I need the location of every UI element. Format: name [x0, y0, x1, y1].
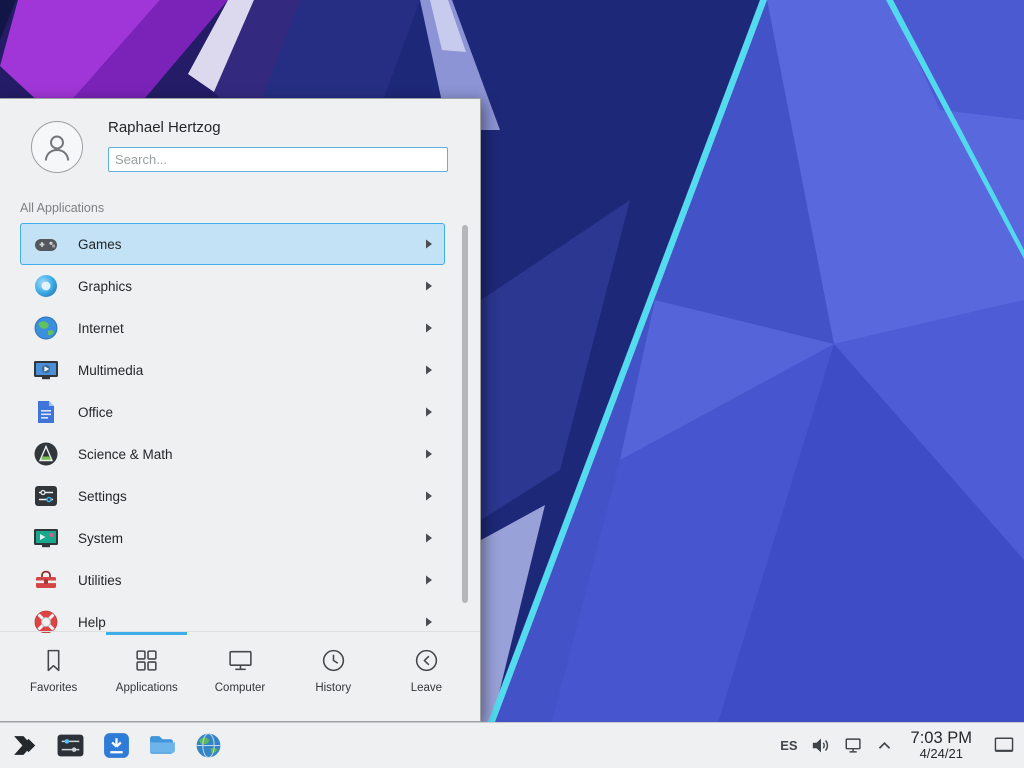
category-item-internet[interactable]: Internet — [20, 307, 445, 349]
app-launcher-button[interactable] — [9, 730, 40, 761]
submenu-arrow-icon — [423, 322, 434, 334]
category-label: Internet — [78, 321, 124, 336]
clock[interactable]: 7:03 PM 4/24/21 — [911, 729, 972, 762]
user-name: Raphael Hertzog — [108, 119, 221, 136]
category-label: Games — [78, 237, 122, 252]
submenu-arrow-icon — [423, 574, 434, 586]
category-item-multimedia[interactable]: Multimedia — [20, 349, 445, 391]
file-manager-button[interactable] — [147, 730, 178, 761]
office-icon — [32, 398, 60, 426]
tab-label: History — [315, 682, 351, 694]
category-item-help[interactable]: Help — [20, 601, 445, 633]
volume-icon — [811, 736, 831, 755]
keyboard-layout-indicator[interactable]: ES — [780, 738, 797, 753]
category-label: Science & Math — [78, 447, 173, 462]
category-label: Settings — [78, 489, 127, 504]
tab-label: Applications — [116, 682, 178, 694]
category-label: Help — [78, 615, 106, 630]
submenu-arrow-icon — [423, 238, 434, 250]
multimedia-icon — [32, 356, 60, 384]
expand-tray-button[interactable] — [877, 740, 892, 751]
category-label: Office — [78, 405, 113, 420]
launcher-footer: Favorites Applications Computer History — [0, 631, 480, 721]
scrollbar[interactable] — [461, 223, 469, 633]
system-tray: ES 7:03 PM 4/24/21 — [780, 729, 1024, 762]
submenu-arrow-icon — [423, 448, 434, 460]
category-label: Utilities — [78, 573, 122, 588]
computer-icon — [227, 647, 254, 674]
tab-label: Leave — [411, 682, 442, 694]
category-item-office[interactable]: Office — [20, 391, 445, 433]
history-icon — [320, 647, 347, 674]
category-item-science-math[interactable]: Science & Math — [20, 433, 445, 475]
show-desktop-button[interactable] — [991, 733, 1017, 757]
category-label: Multimedia — [78, 363, 143, 378]
internet-icon — [32, 314, 60, 342]
science-icon — [32, 440, 60, 468]
search-input[interactable] — [108, 147, 448, 172]
globe-icon — [194, 731, 223, 760]
tab-leave[interactable]: Leave — [380, 632, 473, 721]
mixer-icon — [56, 731, 85, 760]
clock-date: 4/24/21 — [911, 747, 972, 762]
category-label: System — [78, 531, 123, 546]
app-launcher-icon — [10, 731, 39, 760]
category-list: Games Graphics Internet — [20, 223, 445, 633]
submenu-arrow-icon — [423, 364, 434, 376]
help-icon — [32, 608, 60, 633]
scrollbar-thumb[interactable] — [462, 225, 468, 603]
taskbar-left-group — [0, 730, 224, 761]
discover-app-button[interactable] — [101, 730, 132, 761]
graphics-icon — [32, 272, 60, 300]
section-label-all-applications: All Applications — [20, 201, 104, 215]
show-desktop-icon — [993, 736, 1015, 754]
category-item-games[interactable]: Games — [20, 223, 445, 265]
category-item-utilities[interactable]: Utilities — [20, 559, 445, 601]
network-icon — [844, 736, 864, 755]
user-icon — [39, 129, 75, 165]
category-label: Graphics — [78, 279, 132, 294]
folder-icon — [148, 731, 177, 760]
settings-icon — [32, 482, 60, 510]
games-icon — [32, 230, 60, 258]
tab-history[interactable]: History — [287, 632, 380, 721]
submenu-arrow-icon — [423, 280, 434, 292]
tab-favorites[interactable]: Favorites — [7, 632, 100, 721]
favorites-icon — [40, 647, 67, 674]
category-item-settings[interactable]: Settings — [20, 475, 445, 517]
leave-icon — [413, 647, 440, 674]
tab-computer[interactable]: Computer — [193, 632, 286, 721]
category-item-graphics[interactable]: Graphics — [20, 265, 445, 307]
tab-label: Favorites — [30, 682, 77, 694]
submenu-arrow-icon — [423, 490, 434, 502]
volume-button[interactable] — [811, 736, 831, 755]
web-browser-button[interactable] — [193, 730, 224, 761]
expand-tray-icon — [877, 740, 892, 751]
tab-label: Computer — [215, 682, 266, 694]
application-launcher-menu: Raphael Hertzog All Applications Games G… — [0, 98, 481, 722]
category-item-system[interactable]: System — [20, 517, 445, 559]
system-icon — [32, 524, 60, 552]
settings-app-button[interactable] — [55, 730, 86, 761]
user-avatar[interactable] — [31, 121, 83, 173]
submenu-arrow-icon — [423, 616, 434, 628]
taskbar: ES 7:03 PM 4/24/21 — [0, 722, 1024, 768]
submenu-arrow-icon — [423, 532, 434, 544]
applications-icon — [133, 647, 160, 674]
submenu-arrow-icon — [423, 406, 434, 418]
utilities-icon — [32, 566, 60, 594]
software-center-icon — [102, 731, 131, 760]
clock-time: 7:03 PM — [911, 729, 972, 747]
network-button[interactable] — [844, 736, 864, 755]
active-tab-indicator — [106, 632, 187, 635]
tab-applications[interactable]: Applications — [100, 632, 193, 721]
